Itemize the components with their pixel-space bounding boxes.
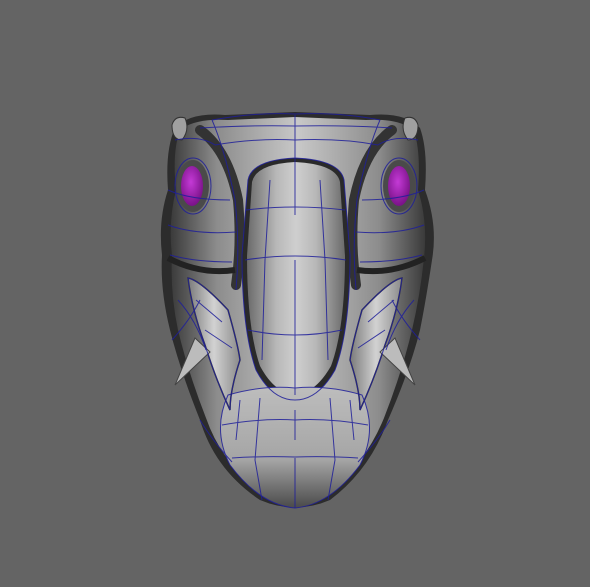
right-ear [402,116,419,141]
right-eye [388,166,410,206]
3d-viewport[interactable] [0,0,590,587]
model-render [160,112,434,509]
left-eye [181,166,203,206]
left-ear [171,116,188,141]
